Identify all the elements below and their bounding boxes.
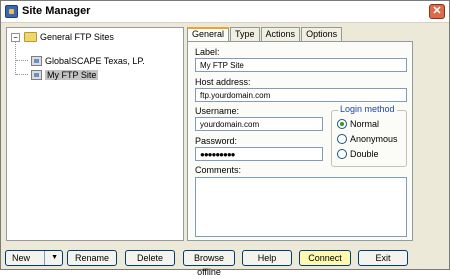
exit-button[interactable]: Exit <box>358 250 408 266</box>
login-method-anonymous[interactable]: Anonymous <box>337 133 398 145</box>
new-button-label: New <box>12 253 31 263</box>
tree-connector <box>15 41 27 75</box>
comments-label: Comments: <box>195 165 242 175</box>
tab-type[interactable]: Type <box>230 27 260 41</box>
tree-item-label: General FTP Sites <box>40 32 114 42</box>
tree-item-my-ftp-site[interactable]: My FTP Site <box>31 68 101 82</box>
radio-button[interactable] <box>337 134 347 144</box>
comments-field[interactable] <box>195 177 407 237</box>
tree-item-label: GlobalSCAPE Texas, LP. <box>45 56 145 66</box>
radio-button[interactable] <box>337 119 347 129</box>
site-manager-window: Site Manager ✕ − General FTP Sites Globa… <box>0 0 450 277</box>
tree-connector <box>16 74 28 75</box>
host-address-field[interactable]: ftp.yourdomain.com <box>195 88 407 102</box>
close-button[interactable]: ✕ <box>429 4 445 19</box>
tab-actions[interactable]: Actions <box>260 27 301 41</box>
password-field[interactable]: ●●●●●●●●● <box>195 147 323 161</box>
site-manager-icon <box>5 5 18 18</box>
host-address-label: Host address: <box>195 77 251 87</box>
tab-strip: General Type Actions Options <box>187 27 343 42</box>
radio-label: Double <box>350 149 379 159</box>
radio-label: Anonymous <box>350 134 398 144</box>
site-tree[interactable]: − General FTP Sites GlobalSCAPE Texas, L… <box>6 27 184 241</box>
rename-button[interactable]: Rename <box>67 250 117 266</box>
general-tab-panel: Label: My FTP Site Host address: ftp.you… <box>187 41 413 241</box>
radio-button[interactable] <box>337 149 347 159</box>
login-method-title: Login method <box>338 104 397 114</box>
browse-offline-button[interactable]: Browse offline <box>183 250 235 277</box>
username-label: Username: <box>195 106 240 116</box>
tab-general[interactable]: General <box>187 27 230 42</box>
help-button[interactable]: Help <box>242 250 292 266</box>
title-bar: Site Manager ✕ <box>1 1 449 23</box>
collapse-toggle[interactable]: − <box>11 32 20 42</box>
tree-item-label: My FTP Site <box>45 70 99 80</box>
label-field[interactable]: My FTP Site <box>195 58 407 72</box>
tab-options[interactable]: Options <box>301 27 343 41</box>
ftp-site-icon <box>31 70 42 80</box>
connect-button[interactable]: Connect <box>299 250 351 266</box>
ftp-site-icon <box>31 56 42 66</box>
window-title: Site Manager <box>22 5 91 17</box>
label-field-label: Label: <box>195 47 220 57</box>
tree-connector <box>16 60 28 61</box>
new-button[interactable]: New ▼ <box>5 250 63 266</box>
folder-icon <box>24 32 37 42</box>
radio-label: Normal <box>350 119 380 129</box>
login-method-normal[interactable]: Normal <box>337 118 379 130</box>
login-method-double[interactable]: Double <box>337 148 379 160</box>
username-field[interactable]: yourdomain.com <box>195 117 323 131</box>
login-method-group: Login method Normal Anonymous Double <box>331 104 407 167</box>
tree-item-globalscape-texas[interactable]: GlobalSCAPE Texas, LP. <box>31 54 148 68</box>
password-label: Password: <box>195 136 238 146</box>
tree-item-general-ftp-sites[interactable]: − General FTP Sites <box>11 30 114 44</box>
chevron-down-icon[interactable]: ▼ <box>44 251 58 265</box>
delete-button[interactable]: Delete <box>125 250 175 266</box>
